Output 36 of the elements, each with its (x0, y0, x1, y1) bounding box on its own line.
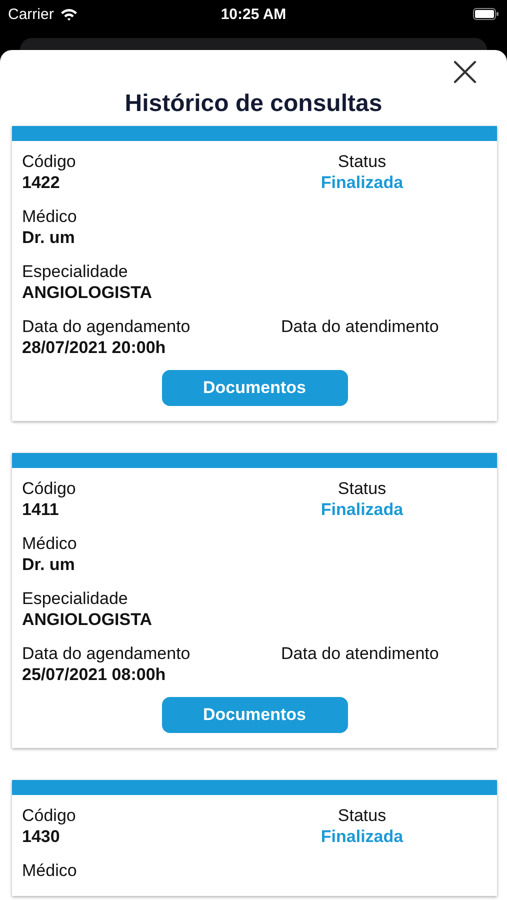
field-label: Código (22, 805, 77, 826)
field-label: Status (336, 478, 388, 499)
documents-button[interactable]: Documentos (162, 370, 348, 406)
field-value: 28/07/2021 20:00h (22, 337, 167, 359)
carrier-label: Carrier (8, 6, 54, 22)
field-label: Médico (22, 860, 78, 881)
status-value: Finalizada (320, 499, 404, 521)
field-value: ANGIOLOGISTA (22, 282, 154, 304)
field-value: Dr. um (22, 554, 76, 576)
field-label: Médico (22, 206, 78, 227)
field-label: Especialidade (22, 261, 129, 282)
close-button[interactable] (453, 60, 477, 84)
status-value: Finalizada (320, 826, 404, 848)
field-value: 1430 (22, 826, 61, 848)
field-label: Médico (22, 533, 78, 554)
battery-icon (473, 8, 499, 20)
page-title: Histórico de consultas (124, 90, 384, 118)
wifi-icon (60, 8, 78, 20)
field-label: Código (22, 478, 77, 499)
field-label: Status (336, 805, 388, 826)
field-label: Data do atendimento (281, 316, 440, 337)
field-label: Status (336, 151, 388, 172)
field-label: Data do agendamento (22, 316, 192, 337)
field-value: 1422 (22, 172, 61, 194)
documents-button[interactable]: Documentos (162, 697, 348, 733)
field-value: 1411 (22, 499, 60, 521)
clock-time: 10:25 AM (220, 6, 286, 22)
field-value: Dr. um (22, 227, 76, 249)
field-label: Especialidade (22, 588, 129, 609)
field-label: Código (22, 151, 77, 172)
field-value: ANGIOLOGISTA (22, 609, 154, 631)
field-label: Data do atendimento (281, 643, 440, 664)
field-label: Data do agendamento (22, 643, 192, 664)
status-value: Finalizada (320, 172, 404, 194)
close-icon (453, 60, 477, 84)
field-value: 25/07/2021 08:00h (22, 664, 167, 686)
